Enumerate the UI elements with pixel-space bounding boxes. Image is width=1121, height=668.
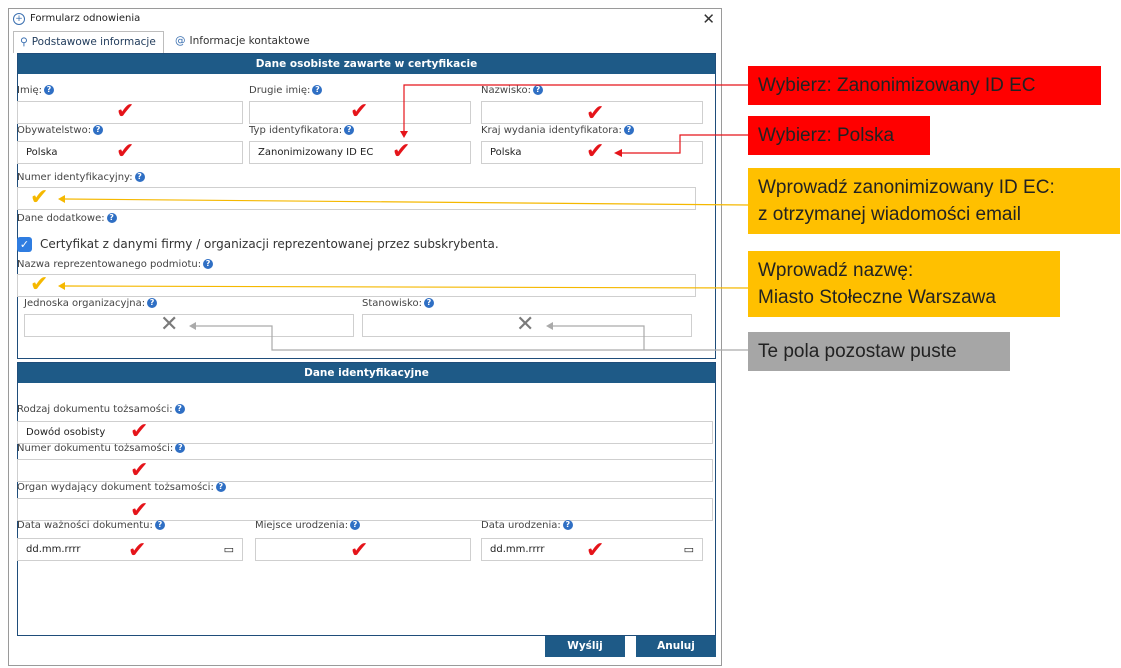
- help-icon[interactable]: ?: [532, 85, 543, 95]
- id-number-input[interactable]: [17, 187, 696, 210]
- help-icon[interactable]: ?: [154, 520, 165, 530]
- checkmark-icon: ✔: [586, 538, 605, 563]
- first-name-label: Imię:?: [17, 85, 54, 96]
- checkmark-icon: ✔: [350, 99, 369, 124]
- app-icon: +: [13, 13, 25, 25]
- checkmark-icon: ✔: [30, 272, 49, 297]
- callout-line: Wprowadź zanonimizowany ID EC:: [758, 177, 1055, 198]
- tab-bar: ⚲ Podstawowe informacje @ Informacje konta…: [9, 31, 721, 53]
- help-icon[interactable]: ?: [562, 520, 573, 530]
- title-bar: + Formularz odnowienia ✕: [9, 9, 721, 31]
- help-icon[interactable]: ?: [93, 125, 104, 135]
- checkmark-icon: ✔: [130, 458, 149, 483]
- section-header: Dane osobiste zawarte w certyfikacie: [18, 54, 715, 74]
- callout-leave-empty: Te pola pozostaw puste: [748, 332, 1010, 371]
- checkmark-icon: ✔: [116, 139, 135, 164]
- tab-label: Podstawowe informacje: [31, 36, 156, 48]
- help-icon[interactable]: ?: [203, 259, 214, 269]
- callout-country: Wybierz: Polska: [748, 116, 930, 155]
- help-icon[interactable]: ?: [215, 482, 226, 492]
- date-placeholder: dd.mm.rrrr: [490, 544, 545, 555]
- callout-id-type: Wybierz: Zanonimizowany ID EC: [748, 66, 1101, 105]
- help-icon[interactable]: ?: [174, 404, 185, 414]
- help-icon[interactable]: ?: [312, 85, 323, 95]
- tab-label: Informacje kontaktowe: [189, 35, 310, 47]
- section-header: Dane identyfikacyjne: [18, 363, 715, 383]
- callout-line: Wprowadź nazwę:: [758, 260, 914, 281]
- entity-name-label: Nazwa reprezentowanego podmiotu:?: [17, 259, 214, 270]
- id-type-select[interactable]: Zanonimizowany ID EC: [249, 141, 471, 164]
- checkmark-icon: ✔: [392, 139, 411, 164]
- org-checkbox[interactable]: ✓: [17, 237, 32, 252]
- help-icon[interactable]: ?: [147, 298, 158, 308]
- send-button[interactable]: Wyślij: [545, 636, 625, 657]
- id-country-label: Kraj wydania identyfikatora:?: [481, 125, 634, 136]
- citizenship-label: Obywatelstwo:?: [17, 125, 104, 136]
- doc-issuer-input[interactable]: [17, 498, 713, 521]
- org-unit-label: Jednoska organizacyjna:?: [24, 298, 158, 309]
- birth-date-label: Data urodzenia:?: [481, 520, 573, 531]
- id-type-label: Typ identyfikatora:?: [249, 125, 355, 136]
- checkmark-icon: ✔: [130, 498, 149, 523]
- org-checkbox-label: Certyfikat z danymi firmy / organizacji …: [40, 237, 499, 251]
- help-icon[interactable]: ?: [623, 125, 634, 135]
- checkmark-icon: ✔: [350, 538, 369, 563]
- birth-place-label: Miejsce urodzenia:?: [255, 520, 361, 531]
- last-name-label: Nazwisko:?: [481, 85, 543, 96]
- checkmark-icon: ✔: [128, 538, 147, 563]
- org-unit-input[interactable]: [24, 314, 354, 337]
- close-button[interactable]: ✕: [702, 10, 715, 28]
- help-icon[interactable]: ?: [106, 213, 117, 223]
- cross-icon: ✕: [516, 312, 535, 337]
- entity-name-input[interactable]: [17, 274, 696, 297]
- calendar-icon[interactable]: ▭: [684, 543, 694, 556]
- callout-line: Miasto Stołeczne Warszawa: [758, 287, 996, 308]
- checkmark-icon: ✔: [116, 99, 135, 124]
- position-label: Stanowisko:?: [362, 298, 434, 309]
- checkmark-icon: ✔: [30, 185, 49, 210]
- doc-type-label: Rodzaj dokumentu tożsamości:?: [17, 404, 185, 415]
- tab-contact-info[interactable]: @ Informacje kontaktowe: [169, 31, 316, 53]
- checkmark-icon: ✔: [586, 139, 605, 164]
- doc-issuer-label: Organ wydający dokument tożsamości:?: [17, 482, 226, 493]
- help-icon[interactable]: ?: [344, 125, 355, 135]
- doc-type-select[interactable]: Dowód osobisty: [17, 421, 713, 444]
- callout-id-number: Wprowadź zanonimizowany ID EC: z otrzyma…: [748, 168, 1120, 234]
- help-icon[interactable]: ?: [134, 172, 145, 182]
- calendar-icon[interactable]: ▭: [224, 543, 234, 556]
- callout-entity-name: Wprowadź nazwę: Miasto Stołeczne Warszaw…: [748, 251, 1060, 317]
- tab-basic-info[interactable]: ⚲ Podstawowe informacje: [13, 31, 164, 53]
- person-icon: ⚲: [20, 36, 28, 48]
- window-title: Formularz odnowienia: [30, 13, 141, 24]
- callout-line: z otrzymanej wiadomości email: [758, 204, 1021, 225]
- help-icon[interactable]: ?: [423, 298, 434, 308]
- extra-data-label: Dane dodatkowe:?: [17, 213, 117, 224]
- doc-number-input[interactable]: [17, 459, 713, 482]
- checkmark-icon: ✔: [586, 101, 605, 126]
- doc-number-label: Numer dokumentu tożsamości:?: [17, 443, 186, 454]
- cancel-button[interactable]: Anuluj: [636, 636, 716, 657]
- date-placeholder: dd.mm.rrrr: [26, 544, 81, 555]
- id-number-label: Numer identyfikacyjny:?: [17, 172, 145, 183]
- checkmark-icon: ✔: [130, 419, 149, 444]
- help-icon[interactable]: ?: [350, 520, 361, 530]
- help-icon[interactable]: ?: [175, 443, 186, 453]
- doc-expiry-label: Data ważności dokumentu:?: [17, 520, 165, 531]
- middle-name-label: Drugie imię:?: [249, 85, 323, 96]
- cross-icon: ✕: [160, 312, 179, 337]
- at-icon: @: [175, 35, 186, 47]
- help-icon[interactable]: ?: [44, 85, 54, 95]
